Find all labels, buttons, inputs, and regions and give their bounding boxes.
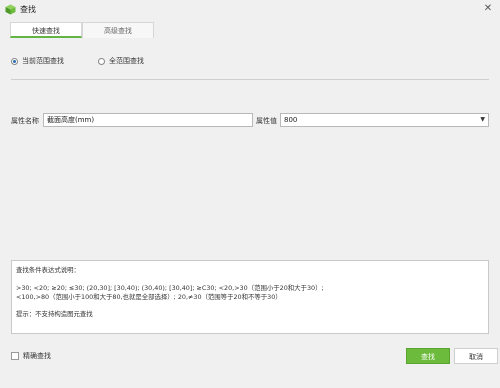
exact-find-label: 精确查找 [23, 352, 51, 360]
property-name-field[interactable]: 截面高度(mm) [43, 113, 253, 127]
property-value-selected: 800 [284, 116, 298, 124]
radio-button-checked[interactable] [11, 57, 18, 65]
help-tip: 提示：不支持构造图元查找 [16, 310, 93, 319]
radio-current-scope[interactable]: 当前范围查找 [11, 56, 64, 66]
tab-quick-find[interactable]: 快速查找 [10, 22, 82, 38]
radio-full-scope-label: 全范围查找 [109, 57, 144, 65]
cancel-button[interactable]: 取消 [454, 348, 498, 364]
cube-app-icon [5, 4, 16, 15]
find-button[interactable]: 查找 [406, 348, 450, 364]
property-name-label: 属性名称 [11, 117, 39, 125]
exact-find-checkbox[interactable] [11, 352, 19, 360]
help-line-2: <100,>80（范围小于100和大于80,也就是全部选择）; 20,≠30（范… [16, 292, 282, 301]
property-value-label: 属性值 [256, 117, 277, 125]
window-title: 查找 [20, 5, 36, 14]
chevron-down-icon[interactable]: ▼ [480, 114, 485, 126]
exact-find-option[interactable]: 精确查找 [11, 351, 51, 361]
radio-button[interactable] [98, 57, 105, 65]
radio-current-scope-label: 当前范围查找 [22, 57, 64, 65]
divider [11, 79, 489, 80]
property-value-select[interactable]: 800 ▼ [280, 113, 489, 127]
help-heading: 查找条件表达式说明： [16, 266, 80, 274]
radio-full-scope[interactable]: 全范围查找 [98, 56, 144, 66]
close-icon[interactable]: ✕ [482, 2, 494, 16]
scope-options: 当前范围查找 全范围查找 [11, 56, 144, 66]
tab-bar: 快速查找 高级查找 [10, 22, 154, 38]
title-bar: 查找 ✕ [0, 0, 500, 19]
tab-advanced-find[interactable]: 高级查找 [82, 22, 154, 38]
help-line-1: >30; <20; ≥20; ≤30; (20,30]; [30,40); (3… [16, 283, 324, 292]
expression-help-box: 查找条件表达式说明： >30; <20; ≥20; ≤30; (20,30]; … [11, 260, 489, 334]
